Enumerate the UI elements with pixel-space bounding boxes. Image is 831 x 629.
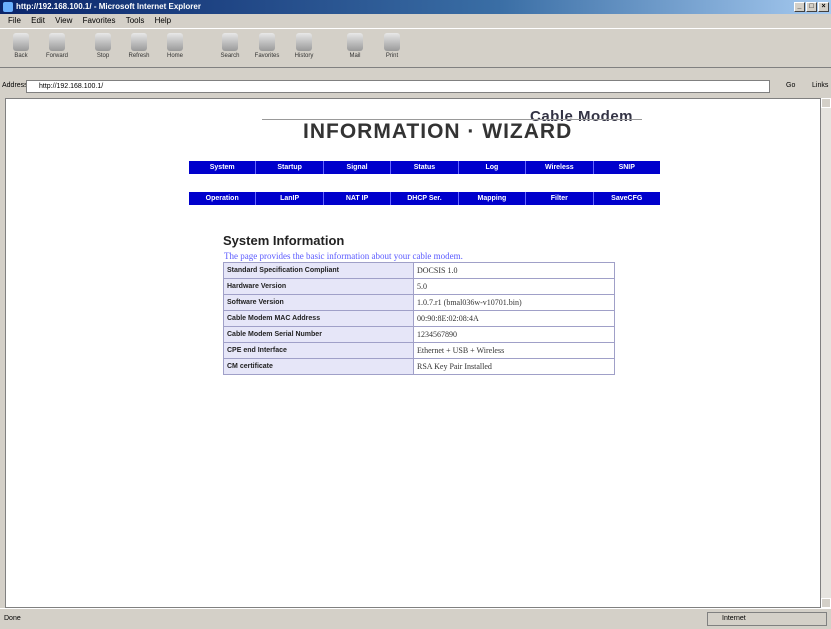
address-bar: Address http://192.168.100.1/ Go Links — [0, 79, 831, 95]
info-key: Cable Modem MAC Address — [223, 310, 414, 327]
nav-lanip[interactable]: LanIP — [256, 192, 324, 205]
nav-dhcp-server[interactable]: DHCP Ser. — [391, 192, 459, 205]
back-icon — [13, 33, 29, 51]
brand-title: INFORMATION · WIZARD — [303, 120, 573, 143]
history-icon — [296, 33, 312, 51]
table-row: CPE end Interface Ethernet + USB + Wirele… — [223, 342, 615, 359]
menu-file[interactable]: File — [8, 14, 21, 28]
info-value: Ethernet + USB + Wireless — [413, 342, 615, 359]
address-input[interactable]: http://192.168.100.1/ — [26, 80, 770, 93]
nav-system[interactable]: System — [189, 161, 257, 174]
info-key: Hardware Version — [223, 278, 414, 295]
print-button[interactable]: Print — [377, 33, 407, 59]
secondary-nav: Operation LanIP NAT IP DHCP Ser. Mapping… — [189, 192, 660, 205]
security-zone: Internet — [707, 612, 827, 626]
refresh-button[interactable]: Refresh — [124, 33, 154, 59]
forward-icon — [49, 33, 65, 51]
nav-startup[interactable]: Startup — [256, 161, 324, 174]
go-button[interactable]: Go — [786, 82, 795, 89]
ie-icon — [3, 2, 13, 12]
print-icon — [384, 33, 400, 51]
nav-savecfg[interactable]: SaveCFG — [594, 192, 660, 205]
section-description: The page provides the basic information … — [224, 251, 463, 261]
nav-status[interactable]: Status — [391, 161, 459, 174]
menu-help[interactable]: Help — [155, 14, 171, 28]
info-key: CPE end Interface — [223, 342, 414, 359]
nav-mapping[interactable]: Mapping — [459, 192, 527, 205]
info-key: Standard Specification Compliant — [223, 262, 414, 279]
menu-tools[interactable]: Tools — [126, 14, 145, 28]
mail-icon — [347, 33, 363, 51]
links-button[interactable]: Links — [812, 82, 828, 89]
menu-view[interactable]: View — [55, 14, 72, 28]
info-key: Software Version — [223, 294, 414, 311]
mail-button[interactable]: Mail — [340, 33, 370, 59]
home-button[interactable]: Home — [160, 33, 190, 59]
minimize-icon[interactable]: _ — [794, 2, 805, 12]
info-value: 1234567890 — [413, 326, 615, 343]
primary-nav: System Startup Signal Status Log Wireles… — [189, 161, 660, 174]
forward-button[interactable]: Forward — [42, 33, 72, 59]
nav-log[interactable]: Log — [459, 161, 527, 174]
history-button[interactable]: History — [289, 33, 319, 59]
info-value: 00:90:8E:02:08:4A — [413, 310, 615, 327]
stop-button[interactable]: Stop — [88, 33, 118, 59]
scroll-down-icon[interactable] — [821, 598, 831, 608]
nav-filter[interactable]: Filter — [526, 192, 594, 205]
search-button[interactable]: Search — [215, 33, 245, 59]
info-value: 5.0 — [413, 278, 615, 295]
info-value: DOCSIS 1.0 — [413, 262, 615, 279]
table-row: Cable Modem MAC Address 00:90:8E:02:08:4A — [223, 310, 615, 327]
favorites-icon — [259, 33, 275, 51]
info-key: Cable Modem Serial Number — [223, 326, 414, 343]
toolbar: Back Forward Stop Refresh Home Search Fa… — [0, 28, 831, 68]
status-text: Done — [4, 615, 21, 622]
info-key: CM certificate — [223, 358, 414, 375]
nav-nat-ip[interactable]: NAT IP — [324, 192, 392, 205]
table-row: Standard Specification Compliant DOCSIS 1… — [223, 262, 615, 279]
window-title: http://192.168.100.1/ - Microsoft Intern… — [16, 2, 201, 11]
table-row: CM certificate RSA Key Pair Installed — [223, 358, 615, 375]
stop-icon — [95, 33, 111, 51]
maximize-icon[interactable]: □ — [806, 2, 817, 12]
nav-snip[interactable]: SNIP — [594, 161, 660, 174]
menu-edit[interactable]: Edit — [31, 14, 45, 28]
title-bar: http://192.168.100.1/ - Microsoft Intern… — [0, 0, 831, 14]
table-row: Cable Modem Serial Number 1234567890 — [223, 326, 615, 343]
nav-signal[interactable]: Signal — [324, 161, 392, 174]
info-value: 1.0.7.r1 (bmal036w-v10701.bin) — [413, 294, 615, 311]
scroll-up-icon[interactable] — [821, 98, 831, 108]
info-value: RSA Key Pair Installed — [413, 358, 615, 375]
search-icon — [222, 33, 238, 51]
close-icon[interactable]: × — [818, 2, 829, 12]
menu-bar: File Edit View Favorites Tools Help — [0, 14, 831, 28]
nav-wireless[interactable]: Wireless — [526, 161, 594, 174]
status-bar: Done Internet — [0, 608, 831, 629]
nav-operation[interactable]: Operation — [189, 192, 257, 205]
address-label: Address — [2, 82, 28, 89]
back-button[interactable]: Back — [6, 33, 36, 59]
refresh-icon — [131, 33, 147, 51]
home-icon — [167, 33, 183, 51]
table-row: Software Version 1.0.7.r1 (bmal036w-v1070… — [223, 294, 615, 311]
vertical-scrollbar[interactable] — [821, 98, 831, 608]
system-info-table: Standard Specification Compliant DOCSIS 1… — [223, 262, 615, 375]
favorites-button[interactable]: Favorites — [252, 33, 282, 59]
section-title: System Information — [223, 233, 345, 248]
menu-favorites[interactable]: Favorites — [83, 14, 116, 28]
table-row: Hardware Version 5.0 — [223, 278, 615, 295]
